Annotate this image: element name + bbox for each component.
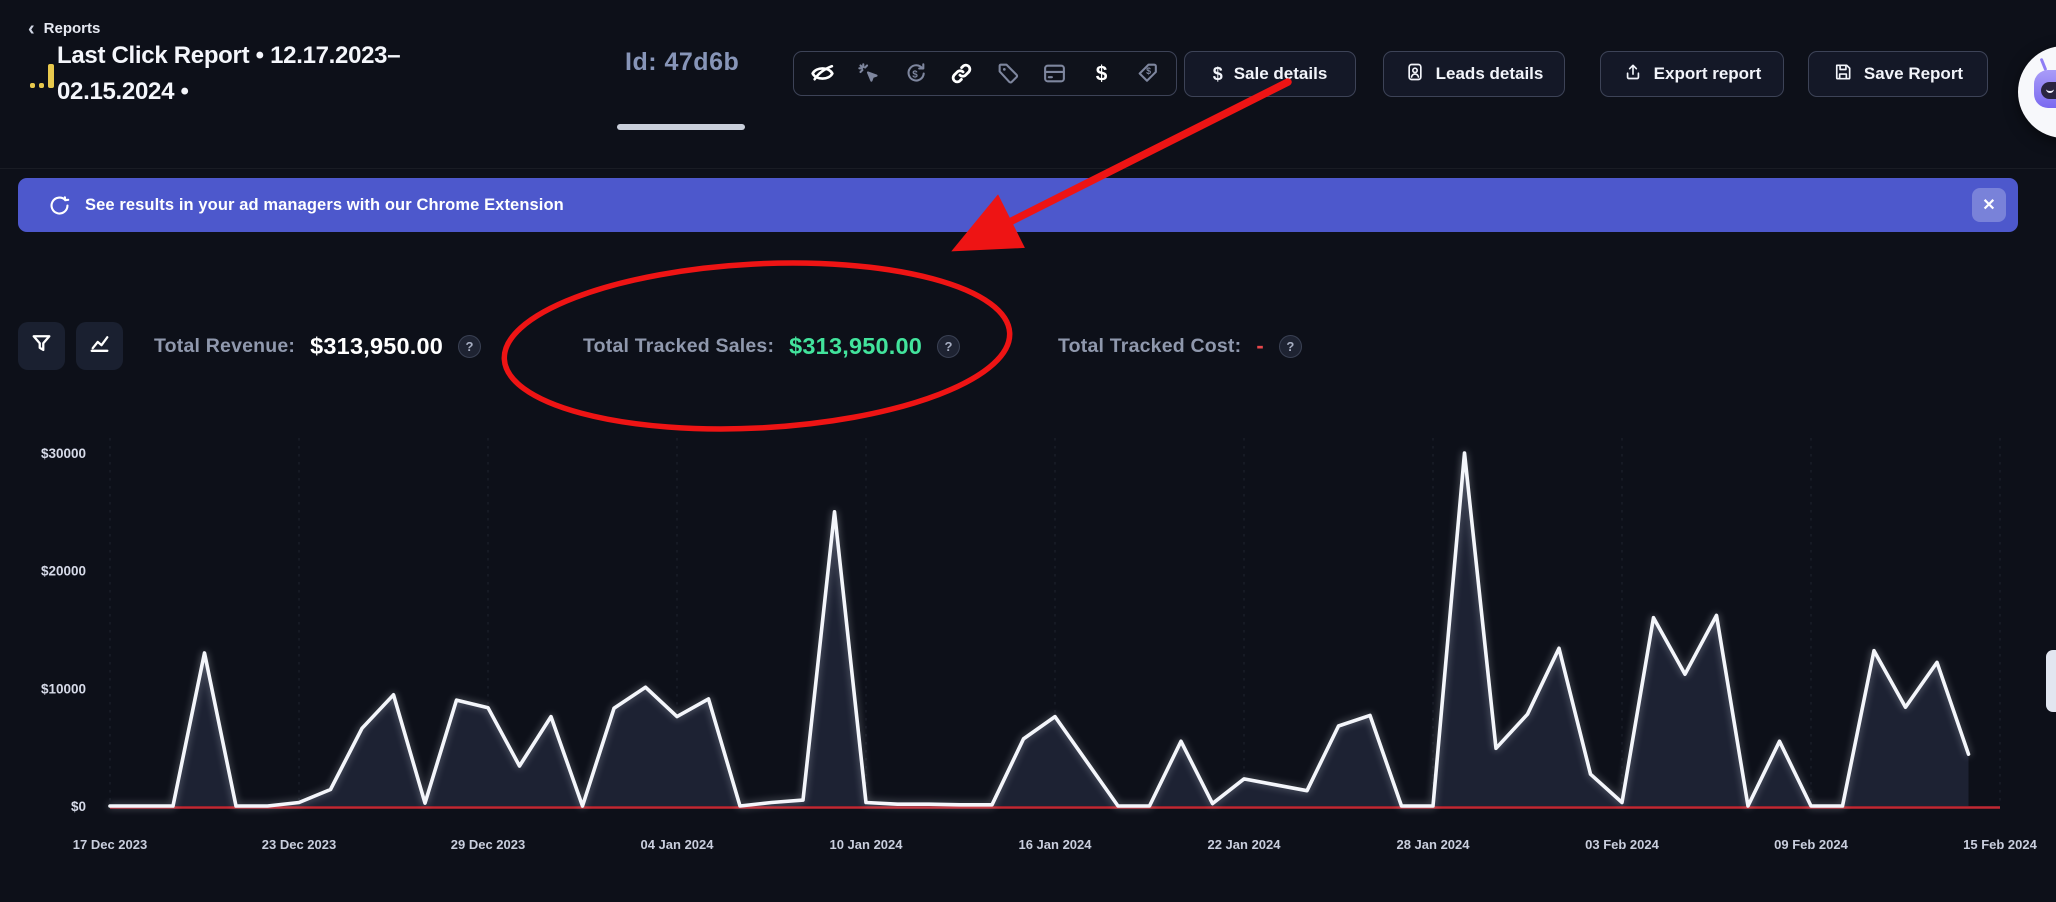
y-tick-label: $30000: [41, 446, 86, 461]
x-tick-label: 28 Jan 2024: [1396, 837, 1470, 852]
chrome-extension-icon: [48, 194, 71, 217]
x-tick-label: 22 Jan 2024: [1207, 837, 1281, 852]
x-tick-label: 16 Jan 2024: [1018, 837, 1092, 852]
x-tick-label: 03 Feb 2024: [1585, 837, 1659, 852]
x-tick-label: 10 Jan 2024: [829, 837, 903, 852]
x-tick-label: 29 Dec 2023: [451, 837, 525, 852]
y-tick-label: $0: [71, 799, 86, 814]
revenue-area: [110, 453, 1969, 806]
revenue-chart[interactable]: $0 $10000 $20000 $30000 17 Dec 2023 23 Dec 20…: [0, 0, 2056, 902]
x-tick-label: 15 Feb 2024: [1963, 837, 2037, 852]
x-tick-label: 23 Dec 2023: [262, 837, 336, 852]
x-tick-label: 17 Dec 2023: [73, 837, 147, 852]
x-tick-label: 09 Feb 2024: [1774, 837, 1848, 852]
last-click-report-page: ‹ Reports Last Click Report • 12.17.2023…: [0, 0, 2056, 902]
y-tick-label: $10000: [41, 681, 86, 696]
banner-close-button[interactable]: ✕: [1972, 188, 2006, 222]
chrome-extension-banner: See results in your ad managers with our…: [18, 178, 2018, 232]
x-tick-label: 04 Jan 2024: [640, 837, 714, 852]
banner-text: See results in your ad managers with our…: [85, 196, 564, 215]
y-tick-label: $20000: [41, 564, 86, 579]
edge-widget-handle[interactable]: [2046, 650, 2056, 712]
robot-icon: [2034, 70, 2056, 110]
